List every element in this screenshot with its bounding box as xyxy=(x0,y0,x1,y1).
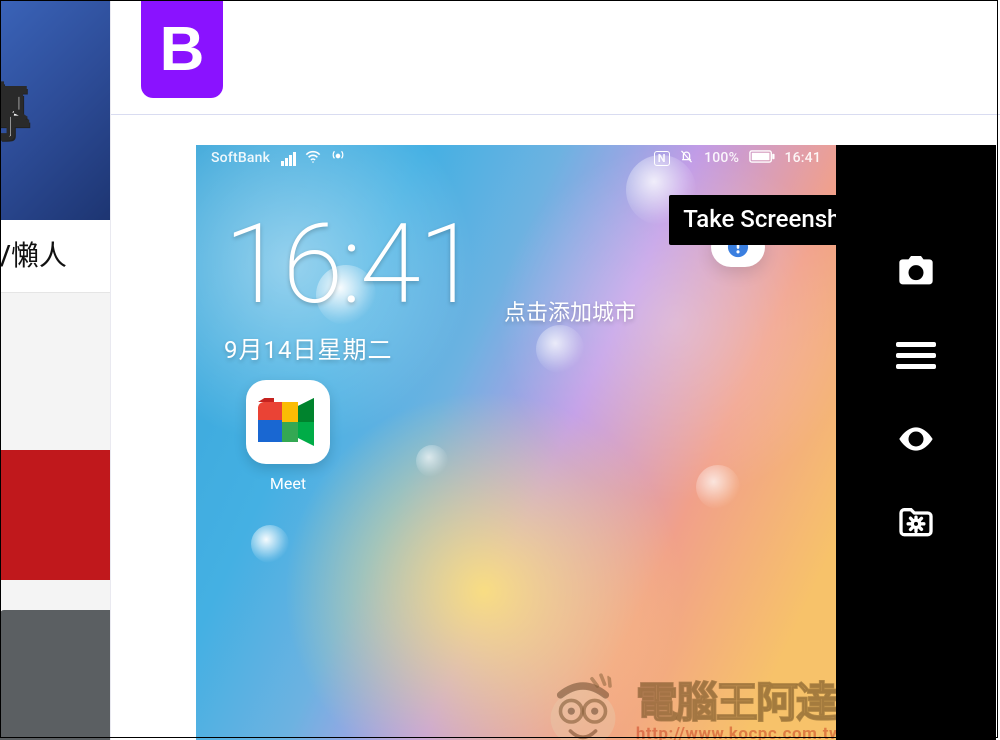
settings-folder-icon xyxy=(896,503,936,543)
screencast-window: SoftBank N 100% xyxy=(196,145,996,740)
screenshot-button[interactable] xyxy=(886,241,946,301)
clock-time: 16:41 xyxy=(224,210,477,320)
camera-icon xyxy=(896,251,936,291)
battery-percent: 100% xyxy=(704,150,739,166)
clock-date: 9月14日星期二 xyxy=(224,330,477,365)
page-sidebar: 專 /懶人 xyxy=(0,0,110,740)
app-shortcut-meet[interactable]: Meet xyxy=(246,380,330,493)
sidebar-thumb-red[interactable] xyxy=(0,450,110,580)
brand-letter: B xyxy=(160,14,205,85)
device-status-bar: SoftBank N 100% xyxy=(196,145,836,171)
dnd-icon xyxy=(679,152,698,168)
signal-icon xyxy=(280,150,296,166)
page-content: B SoftBank xyxy=(110,0,1000,740)
hotspot-icon xyxy=(331,151,345,167)
app-label: Meet xyxy=(246,474,330,493)
watermark-url: http://www.kocpc.com.tw xyxy=(636,726,836,740)
sidebar-thumb-gray[interactable] xyxy=(0,610,110,740)
meet-icon xyxy=(246,380,330,464)
article-body: SoftBank N 100% xyxy=(111,115,1000,740)
brand-badge[interactable]: B xyxy=(141,0,223,98)
sidebar-hero-text: 專 xyxy=(0,65,27,152)
sidebar-link[interactable]: /懶人 xyxy=(0,220,110,293)
menu-button[interactable] xyxy=(886,325,946,385)
clock-add-city: 点击添加城市 xyxy=(504,295,636,327)
sidebar-hero: 專 xyxy=(0,0,110,220)
watermark-mascot-icon xyxy=(538,668,628,740)
home-clock-widget[interactable]: 16:41 点击添加城市 9月14日星期二 xyxy=(224,210,477,365)
nfc-icon: N xyxy=(654,151,670,166)
watermark: 電腦王阿達 http://www.kocpc.com.tw xyxy=(538,668,836,740)
carrier-label: SoftBank xyxy=(211,150,270,166)
settings-button[interactable] xyxy=(886,493,946,553)
wifi-icon xyxy=(305,151,325,167)
watermark-title: 電腦王阿達 xyxy=(636,682,836,726)
menu-icon xyxy=(896,342,936,347)
screencast-toolbar xyxy=(836,145,996,740)
battery-icon xyxy=(749,151,779,167)
top-bar: B xyxy=(111,0,1000,115)
eye-icon xyxy=(896,419,936,459)
status-time: 16:41 xyxy=(784,150,821,166)
visibility-button[interactable] xyxy=(886,409,946,469)
